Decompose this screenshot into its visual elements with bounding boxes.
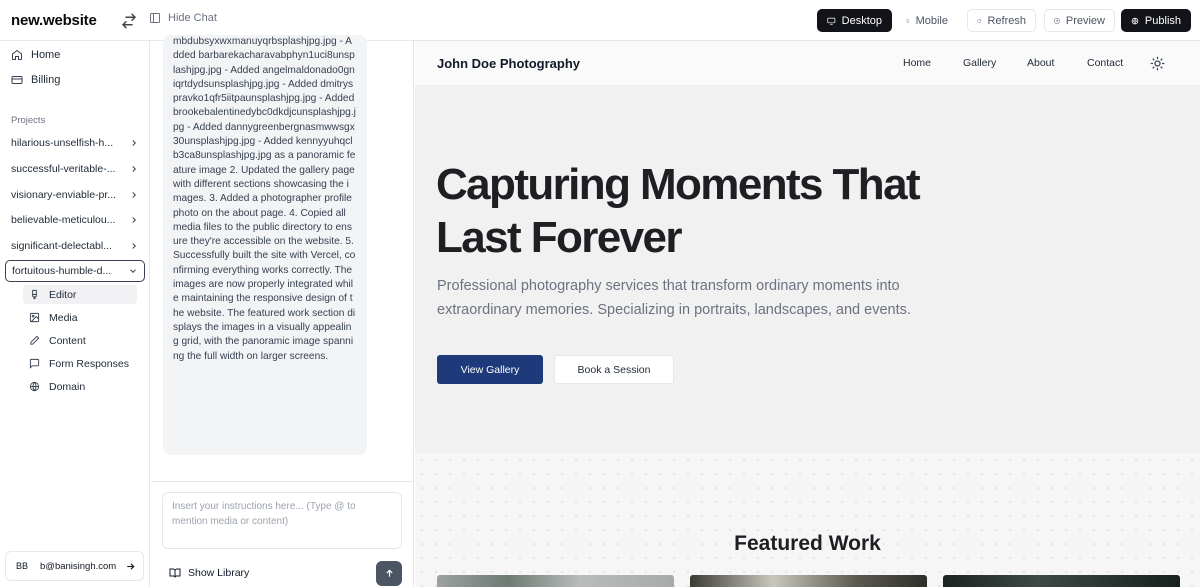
sidebar-item-label: Domain — [49, 380, 86, 393]
project-label: significant-delectabl... — [11, 240, 112, 252]
credit-card-icon — [11, 76, 23, 84]
site-preview: John Doe Photography Home Gallery About … — [415, 41, 1200, 587]
sidebar-item-home[interactable]: Home — [11, 49, 60, 61]
assistant-message: mbdubsyxwxmanuyqrbsplashjpg.jpg - Added … — [163, 35, 367, 455]
arrow-up-icon — [385, 569, 393, 577]
gallery-thumbnail[interactable] — [437, 575, 674, 587]
publish-label: Publish — [1144, 14, 1181, 27]
gallery-thumbnail[interactable] — [943, 575, 1180, 587]
hide-chat-button[interactable]: Hide Chat — [149, 12, 217, 24]
site-header: John Doe Photography Home Gallery About … — [415, 41, 1200, 86]
book-open-icon — [169, 568, 181, 578]
hide-chat-label: Hide Chat — [168, 12, 217, 24]
show-library-label: Show Library — [188, 567, 250, 579]
project-item[interactable]: significant-delectabl... — [5, 235, 145, 257]
chevron-right-icon — [132, 243, 136, 249]
site-nav-contact[interactable]: Contact — [1087, 57, 1123, 69]
refresh-label: Refresh — [987, 14, 1026, 27]
project-label: believable-meticulou... — [11, 214, 116, 226]
project-item[interactable]: hilarious-unselfish-h... — [5, 132, 145, 154]
sidebar-item-editor[interactable]: Editor — [23, 285, 137, 304]
hero-section: Capturing Moments That Last Forever Prof… — [415, 86, 1200, 453]
project-item-active[interactable]: fortuitous-humble-d... — [5, 260, 145, 282]
book-session-button[interactable]: Book a Session — [554, 355, 674, 384]
sidebar-item-label: Billing — [31, 74, 61, 86]
project-label: hilarious-unselfish-h... — [11, 137, 114, 149]
external-link-icon — [1054, 18, 1060, 23]
desktop-view-button[interactable]: Desktop — [817, 9, 892, 32]
chevron-right-icon — [132, 166, 136, 172]
sidebar-item-form-responses[interactable]: Form Responses — [23, 354, 137, 373]
avatar: BB — [16, 561, 29, 571]
site-nav-home[interactable]: Home — [903, 57, 931, 69]
sidebar-item-label: Home — [31, 49, 61, 61]
globe-icon — [29, 381, 40, 392]
preview-label: Preview — [1065, 14, 1105, 27]
user-email: b@banisingh.com — [40, 560, 117, 572]
project-label: successful-veritable-... — [11, 163, 116, 175]
desktop-label: Desktop — [841, 14, 882, 27]
hero-title: Capturing Moments That Last Forever — [436, 160, 921, 262]
divider — [151, 481, 413, 482]
home-icon — [12, 49, 22, 60]
sidebar-item-content[interactable]: Content — [23, 331, 137, 350]
project-item[interactable]: visionary-enviable-pr... — [5, 184, 145, 206]
chat-panel: mbdubsyxwxmanuyqrbsplashjpg.jpg - Added … — [151, 35, 414, 587]
refresh-button[interactable]: Refresh — [967, 9, 1036, 32]
project-label: fortuitous-humble-d... — [12, 265, 112, 277]
swap-icon[interactable] — [120, 12, 138, 30]
project-label: visionary-enviable-pr... — [11, 189, 117, 201]
site-nav-about[interactable]: About — [1027, 57, 1054, 69]
site-logo[interactable]: John Doe Photography — [437, 56, 580, 71]
message-square-icon — [29, 358, 40, 369]
publish-button[interactable]: Publish — [1121, 9, 1191, 32]
mobile-label: Mobile — [915, 14, 948, 27]
sidebar-item-label: Media — [49, 311, 78, 324]
refresh-icon — [977, 18, 982, 23]
brush-icon — [32, 289, 37, 300]
featured-work-section: Featured Work — [415, 453, 1200, 587]
message-text: mbdubsyxwxmanuyqrbsplashjpg.jpg - Added … — [173, 36, 356, 362]
sidebar-item-media[interactable]: Media — [23, 308, 137, 327]
monitor-icon — [827, 17, 836, 25]
mobile-view-button[interactable]: Mobile — [896, 9, 958, 32]
globe-icon — [1131, 17, 1139, 24]
pencil-icon — [30, 335, 40, 345]
user-account-button[interactable]: BB b@banisingh.com — [5, 551, 144, 581]
smartphone-icon — [906, 18, 909, 23]
site-nav-gallery[interactable]: Gallery — [963, 57, 996, 69]
projects-heading: Projects — [11, 115, 46, 126]
sidebar-item-label: Editor — [49, 288, 77, 301]
brand-logo[interactable]: new.website — [11, 12, 97, 29]
arrow-right-icon — [127, 562, 135, 570]
sidebar-item-label: Content — [49, 334, 86, 347]
image-icon — [29, 312, 40, 323]
send-button[interactable] — [376, 561, 402, 586]
featured-title: Featured Work — [734, 532, 881, 555]
left-sidebar: Home Billing Projects hilarious-unselfis… — [0, 41, 150, 587]
sidebar-item-label: Form Responses — [49, 357, 129, 370]
hero-subtitle: Professional photography services that t… — [437, 278, 911, 318]
sidebar-item-domain[interactable]: Domain — [23, 377, 137, 396]
view-gallery-button[interactable]: View Gallery — [437, 355, 543, 384]
chevron-right-icon — [132, 192, 136, 198]
project-item[interactable]: successful-veritable-... — [5, 158, 145, 180]
show-library-button[interactable]: Show Library — [169, 567, 249, 579]
sidebar-panel-icon — [150, 13, 160, 23]
instruction-input[interactable]: Insert your instructions here... (Type @… — [162, 492, 402, 549]
chevron-right-icon — [132, 217, 136, 223]
chevron-down-icon — [130, 269, 136, 273]
project-item[interactable]: believable-meticulou... — [5, 209, 145, 231]
sidebar-item-billing[interactable]: Billing — [11, 74, 60, 86]
preview-button[interactable]: Preview — [1044, 9, 1115, 32]
chevron-right-icon — [132, 140, 136, 146]
sun-icon[interactable] — [1150, 56, 1165, 71]
gallery-thumbnail[interactable] — [690, 575, 927, 587]
